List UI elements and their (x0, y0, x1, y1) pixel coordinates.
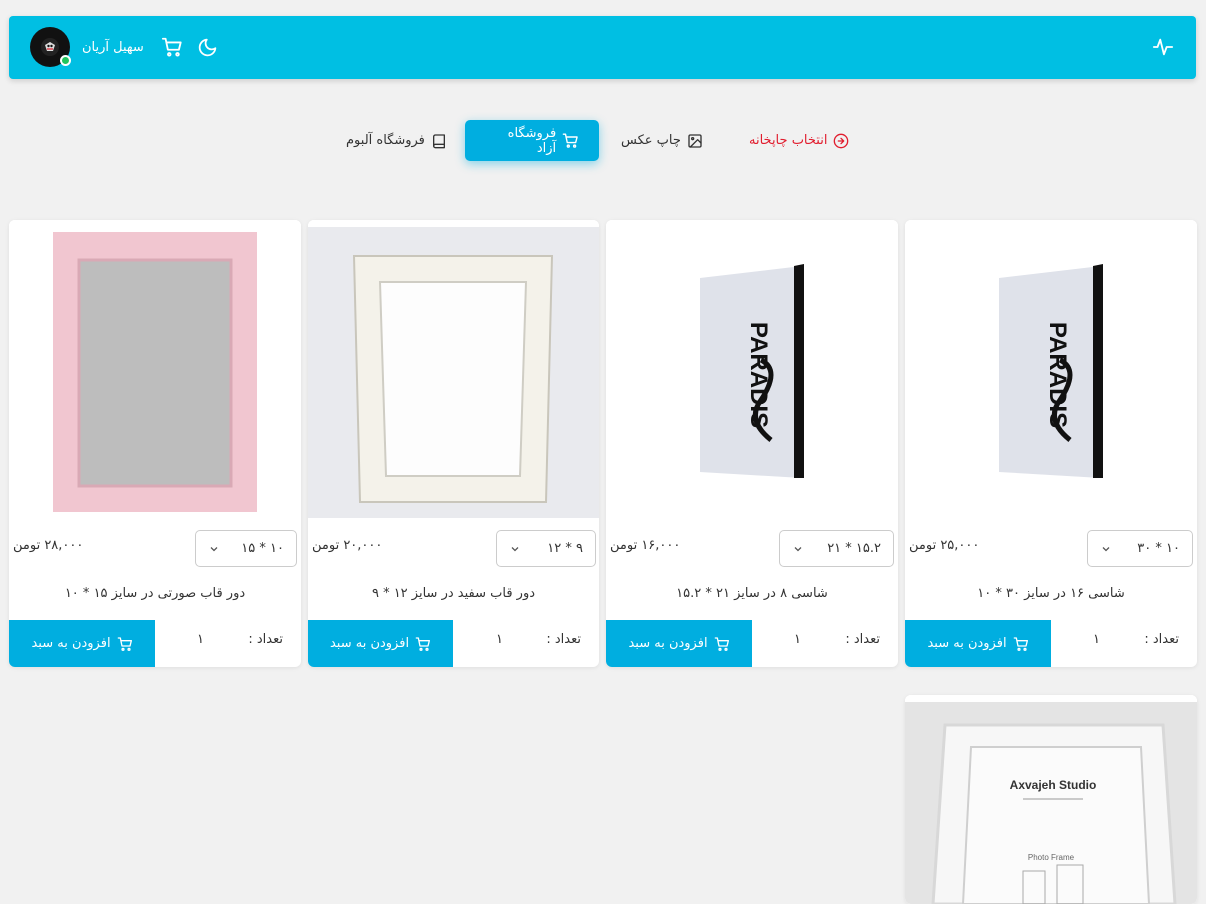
product-title: شاسی ۸ در سایز ۲۱ * ۱۵.۲ (676, 586, 828, 601)
cart-icon[interactable] (160, 35, 184, 59)
cart-icon (1013, 636, 1028, 651)
book-icon (432, 133, 445, 148)
chevron-down-icon (210, 546, 218, 551)
product-price: ۱۶,۰۰۰ تومن (610, 538, 681, 553)
chevron-down-icon (794, 546, 802, 551)
product-image-subtext: Photo Frame (1028, 853, 1075, 862)
product-card: Axvajeh Studio Photo Frame (905, 695, 1197, 904)
category-menu: انتخاب چاپخانه چاپ عکس فروشگاه آزاد فروش… (0, 120, 1206, 161)
size-value: ۱۵ * ۱۰ (241, 541, 284, 556)
product-card: PARADIS ۱۶,۰۰۰ تومن ۲۱ * ۱۵.۲ شاسی ۸ در … (606, 220, 898, 667)
quantity-label: تعداد : (546, 632, 581, 647)
size-value: ۲۱ * ۱۵.۲ (827, 541, 881, 556)
menu-label: فروشگاه آلبوم (346, 133, 425, 148)
product-image[interactable]: PARADIS (905, 220, 1197, 520)
arrow-circle-icon (834, 133, 849, 148)
product-image[interactable] (308, 220, 599, 520)
user-area: سهیل آریان (30, 26, 220, 68)
add-to-cart-button[interactable]: افزودن به سبد (606, 620, 752, 667)
quantity-label: تعداد : (248, 632, 283, 647)
chevron-down-icon (511, 546, 519, 551)
username[interactable]: سهیل آریان (82, 40, 144, 55)
cart-icon (562, 133, 578, 148)
size-select[interactable]: ۱۲ * ۹ (496, 530, 596, 567)
product-card: ۲۰,۰۰۰ تومن ۱۲ * ۹ دور قاب سفید در سایز … (308, 220, 599, 667)
cart-icon (117, 636, 132, 651)
online-indicator (60, 55, 71, 66)
size-select[interactable]: ۳۰ * ۱۰ (1087, 530, 1193, 567)
menu-free-shop[interactable]: فروشگاه آزاد (465, 120, 599, 161)
avatar[interactable] (30, 27, 71, 67)
product-price: ۲۸,۰۰۰ تومن (13, 538, 84, 553)
product-price: ۲۰,۰۰۰ تومن (312, 538, 383, 553)
menu-label: فروشگاه آزاد (507, 125, 557, 156)
quantity-input[interactable]: ۱ (496, 632, 503, 647)
add-label: افزودن به سبد (628, 636, 708, 651)
avatar-image (41, 38, 59, 56)
quantity-label: تعداد : (1144, 632, 1179, 647)
image-icon (688, 133, 702, 148)
product-price: ۲۵,۰۰۰ تومن (909, 538, 980, 553)
add-to-cart-button[interactable]: افزودن به سبد (9, 620, 155, 667)
add-to-cart-button[interactable]: افزودن به سبد (905, 620, 1051, 667)
product-image-text: PARADIS (745, 322, 772, 428)
add-label: افزودن به سبد (31, 636, 111, 651)
menu-label: چاپ عکس (621, 133, 681, 148)
cart-icon (415, 636, 431, 651)
product-image[interactable]: PARADIS (606, 220, 898, 520)
product-title: شاسی ۱۶ در سایز ۳۰ * ۱۰ (977, 586, 1125, 601)
add-label: افزودن به سبد (329, 636, 410, 651)
menu-album-shop[interactable]: فروشگاه آلبوم (346, 120, 447, 161)
product-card: ۲۸,۰۰۰ تومن ۱۵ * ۱۰ دور قاب صورتی در سای… (9, 220, 301, 667)
moon-icon[interactable] (196, 35, 220, 59)
size-value: ۱۲ * ۹ (547, 541, 583, 556)
add-label: افزودن به سبد (927, 636, 1007, 651)
product-image-text: Axvajeh Studio (1010, 778, 1097, 792)
cart-icon (714, 636, 729, 651)
pulse-icon[interactable] (1152, 36, 1176, 60)
product-title: دور قاب صورتی در سایز ۱۵ * ۱۰ (64, 586, 246, 601)
product-image[interactable] (9, 220, 301, 520)
quantity-input[interactable]: ۱ (1093, 632, 1100, 647)
product-image[interactable]: Axvajeh Studio Photo Frame (905, 695, 1197, 904)
quantity-input[interactable]: ۱ (197, 632, 204, 647)
menu-photo-print[interactable]: چاپ عکس (621, 120, 703, 161)
product-card: PARADIS ۲۵,۰۰۰ تومن ۳۰ * ۱۰ شاسی ۱۶ در س… (905, 220, 1197, 667)
menu-label: انتخاب چاپخانه (749, 133, 828, 148)
quantity-input[interactable]: ۱ (794, 632, 801, 647)
top-bar: سهیل آریان (9, 16, 1196, 79)
menu-choose-print-shop[interactable]: انتخاب چاپخانه (749, 120, 849, 161)
size-select[interactable]: ۲۱ * ۱۵.۲ (779, 530, 894, 567)
quantity-label: تعداد : (845, 632, 880, 647)
size-select[interactable]: ۱۵ * ۱۰ (195, 530, 297, 567)
size-value: ۳۰ * ۱۰ (1137, 541, 1180, 556)
product-title: دور قاب سفید در سایز ۱۲ * ۹ (371, 586, 536, 601)
chevron-down-icon (1102, 546, 1110, 551)
product-image-text: PARADIS (1044, 322, 1071, 428)
add-to-cart-button[interactable]: افزودن به سبد (308, 620, 453, 667)
